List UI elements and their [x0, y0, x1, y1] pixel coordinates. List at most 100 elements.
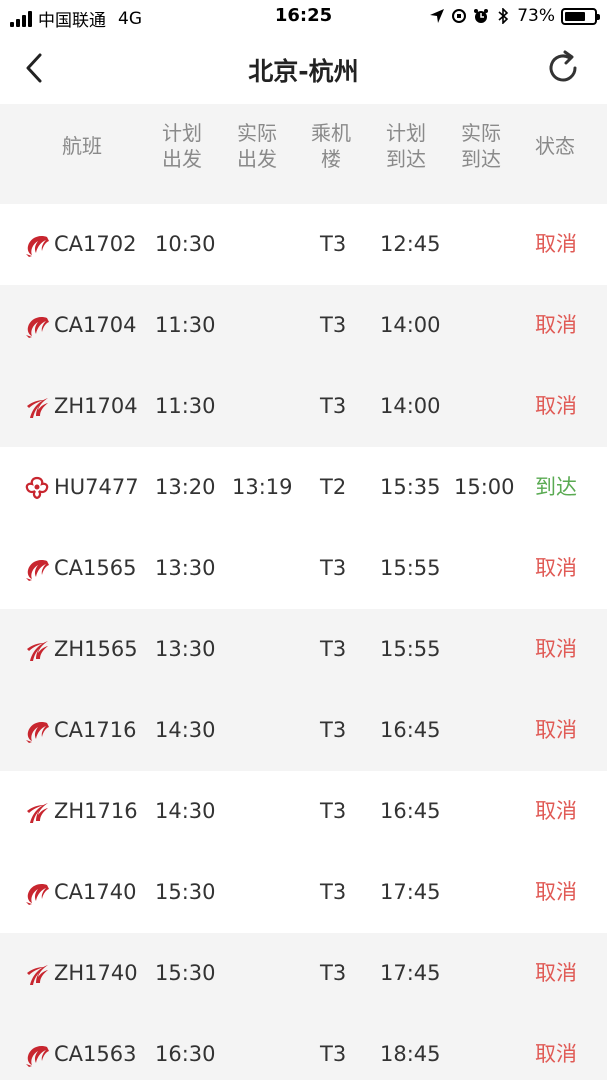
scheduled-arrival: 14:00	[380, 394, 441, 418]
terminal: T3	[320, 313, 347, 337]
header-flight: 航班	[62, 134, 102, 158]
shenzhen-airlines-logo-icon	[24, 637, 50, 663]
scheduled-arrival: 16:45	[380, 718, 441, 742]
orientation-lock-icon	[452, 9, 467, 23]
status-label: 取消	[535, 232, 577, 256]
header-actual-departure-line1: 实际	[237, 121, 277, 145]
table-header: 航班 计划 出发 实际 出发 乘机 楼 计划 到达 实际 到达 状态	[0, 104, 607, 204]
scheduled-departure: 14:30	[155, 718, 216, 742]
status-label: 取消	[535, 394, 577, 418]
shenzhen-airlines-logo-icon	[24, 394, 50, 420]
table-row[interactable]: CA1740 15:30 T3 17:45 取消	[0, 852, 607, 933]
scheduled-arrival: 14:00	[380, 313, 441, 337]
battery-percent: 73%	[517, 6, 555, 26]
flight-number: ZH1565	[54, 637, 138, 661]
terminal: T3	[320, 961, 347, 985]
header-scheduled-departure-line2: 出发	[162, 147, 202, 171]
flight-number: ZH1740	[54, 961, 138, 985]
header-terminal-line2: 楼	[321, 147, 341, 171]
air-china-logo-icon	[24, 556, 50, 582]
header-actual-arrival-line1: 实际	[461, 121, 501, 145]
header-scheduled-arrival: 计划 到达	[386, 120, 426, 172]
status-label: 取消	[535, 799, 577, 823]
table-row[interactable]: ZH1565 13:30 T3 15:55 取消	[0, 609, 607, 690]
header-scheduled-arrival-line1: 计划	[386, 121, 426, 145]
refresh-icon[interactable]	[543, 48, 583, 88]
air-china-logo-icon	[24, 1042, 50, 1068]
table-row[interactable]: ZH1704 11:30 T3 14:00 取消	[0, 366, 607, 447]
flight-number: CA1563	[54, 1042, 137, 1066]
terminal: T3	[320, 556, 347, 580]
alarm-icon	[474, 9, 489, 23]
table-row[interactable]: CA1702 10:30 T3 12:45 取消	[0, 204, 607, 285]
terminal: T3	[320, 799, 347, 823]
air-china-logo-icon	[24, 718, 50, 744]
scheduled-arrival: 16:45	[380, 799, 441, 823]
flight-number: CA1740	[54, 880, 137, 904]
table-row[interactable]: CA1704 11:30 T3 14:00 取消	[0, 285, 607, 366]
terminal: T3	[320, 718, 347, 742]
header-scheduled-departure: 计划 出发	[162, 120, 202, 172]
header-actual-arrival: 实际 到达	[461, 120, 501, 172]
table-row[interactable]: ZH1740 15:30 T3 17:45 取消	[0, 933, 607, 1014]
flight-number: HU7477	[54, 475, 139, 499]
terminal: T3	[320, 880, 347, 904]
table-row[interactable]: CA1565 13:30 T3 15:55 取消	[0, 528, 607, 609]
actual-departure: 13:19	[232, 475, 293, 499]
scheduled-arrival: 15:35	[380, 475, 441, 499]
page-title: 北京-杭州	[248, 57, 359, 86]
flight-number: CA1716	[54, 718, 137, 742]
flight-number: ZH1704	[54, 394, 138, 418]
scheduled-departure: 15:30	[155, 961, 216, 985]
bluetooth-icon	[498, 8, 509, 24]
scheduled-departure: 10:30	[155, 232, 216, 256]
header-actual-departure-line2: 出发	[237, 147, 277, 171]
air-china-logo-icon	[24, 880, 50, 906]
scheduled-departure: 14:30	[155, 799, 216, 823]
scheduled-departure: 11:30	[155, 313, 216, 337]
terminal: T2	[320, 475, 347, 499]
table-row[interactable]: CA1716 14:30 T3 16:45 取消	[0, 690, 607, 771]
terminal: T3	[320, 232, 347, 256]
terminal: T3	[320, 394, 347, 418]
status-bar: 中国联通 4G 16:25 73%	[0, 0, 607, 34]
nav-bar: 北京-杭州	[0, 34, 607, 104]
flight-number: CA1565	[54, 556, 137, 580]
status-label: 取消	[535, 718, 577, 742]
status-bar-right: 73%	[429, 6, 600, 26]
table-row[interactable]: ZH1716 14:30 T3 16:45 取消	[0, 771, 607, 852]
terminal: T3	[320, 637, 347, 661]
scheduled-arrival: 12:45	[380, 232, 441, 256]
scheduled-departure: 13:20	[155, 475, 216, 499]
status-label: 到达	[535, 475, 577, 499]
flight-number: CA1704	[54, 313, 137, 337]
status-label: 取消	[535, 313, 577, 337]
battery-level-fill	[565, 11, 586, 21]
scheduled-arrival: 15:55	[380, 556, 441, 580]
hainan-airlines-logo-icon	[24, 475, 50, 501]
flight-number: ZH1716	[54, 799, 138, 823]
scheduled-arrival: 18:45	[380, 1042, 441, 1066]
status-label: 取消	[535, 556, 577, 580]
shenzhen-airlines-logo-icon	[24, 961, 50, 987]
header-scheduled-departure-line1: 计划	[162, 121, 202, 145]
header-terminal: 乘机 楼	[311, 120, 351, 172]
scheduled-departure: 11:30	[155, 394, 216, 418]
scheduled-departure: 15:30	[155, 880, 216, 904]
scheduled-departure: 16:30	[155, 1042, 216, 1066]
shenzhen-airlines-logo-icon	[24, 799, 50, 825]
terminal: T3	[320, 1042, 347, 1066]
location-arrow-icon	[430, 9, 445, 23]
air-china-logo-icon	[24, 313, 50, 339]
scheduled-arrival: 17:45	[380, 961, 441, 985]
header-actual-arrival-line2: 到达	[461, 147, 501, 171]
status-label: 取消	[535, 961, 577, 985]
table-row[interactable]: CA1563 16:30 T3 18:45 取消	[0, 1014, 607, 1080]
air-china-logo-icon	[24, 232, 50, 258]
table-row[interactable]: HU7477 13:20 13:19 T2 15:35 15:00 到达	[0, 447, 607, 528]
flight-number: CA1702	[54, 232, 137, 256]
header-status: 状态	[535, 134, 575, 158]
status-label: 取消	[535, 1042, 577, 1066]
scheduled-departure: 13:30	[155, 556, 216, 580]
status-label: 取消	[535, 637, 577, 661]
